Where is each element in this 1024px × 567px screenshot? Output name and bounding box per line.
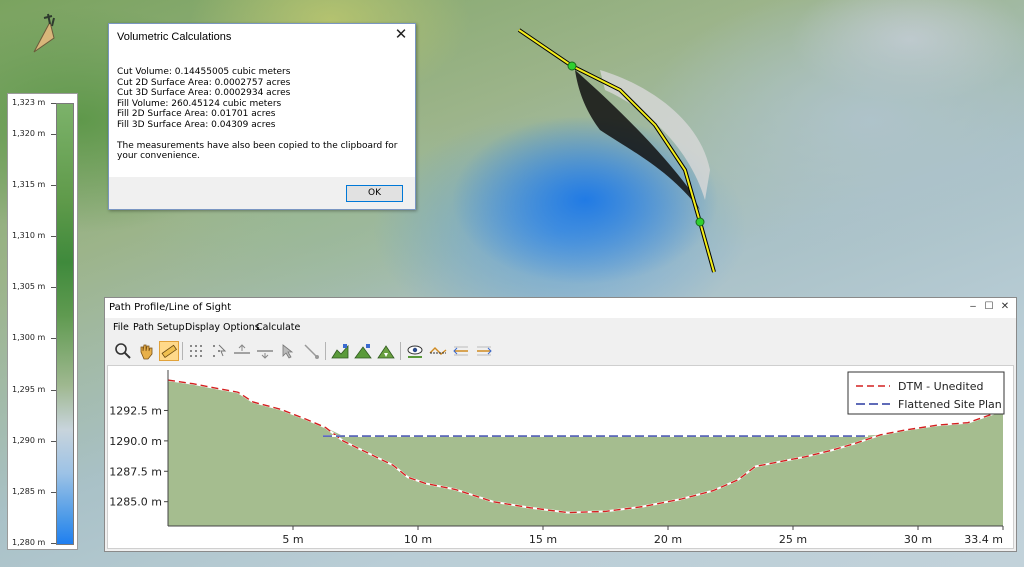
y-tick-label: 1287.5 m	[109, 465, 162, 478]
measure-ruler-icon[interactable]	[159, 341, 179, 361]
profile-chart-svg: 1285.0 m 1287.5 m 1290.0 m 1292.5 m 5 m 10 m 1…	[109, 370, 1005, 546]
toolbar	[109, 340, 1016, 362]
zoom-icon[interactable]	[113, 341, 133, 361]
profile-up-icon[interactable]	[232, 341, 252, 361]
menu-calculate[interactable]: Calculate	[256, 322, 300, 333]
flatten-right-icon[interactable]	[474, 341, 494, 361]
legend-tick-mark	[51, 236, 56, 238]
legend-entry-label: DTM - Unedited	[898, 380, 984, 393]
profile-down-icon[interactable]	[255, 341, 275, 361]
legend-tick-label: 1,300 m	[12, 333, 46, 343]
legend-entry-label: Flattened Site Plan	[898, 398, 1002, 411]
x-tick-label: 10 m	[404, 533, 432, 546]
dialog-title: Volumetric Calculations	[117, 31, 232, 43]
profile-chart[interactable]: 1285.0 m 1287.5 m 1290.0 m 1292.5 m 5 m 10 m 1…	[107, 365, 1014, 549]
window-title: Path Profile/Line of Sight	[109, 302, 232, 313]
path-vertex-handle[interactable]	[695, 217, 705, 227]
legend-tick-label: 1,285 m	[12, 486, 46, 496]
x-tick-label: 25 m	[779, 533, 807, 546]
elevation-color-bar	[56, 103, 74, 545]
grid-points-icon[interactable]	[186, 341, 206, 361]
volumetric-calculations-dialog: Volumetric Calculations ✕ Cut Volume: 0.…	[108, 23, 416, 210]
legend-tick-label: 1,305 m	[12, 282, 46, 292]
minimize-button[interactable]: –	[966, 300, 980, 314]
legend-tick-label: 1,315 m	[12, 179, 46, 189]
path-vertex-handle[interactable]	[567, 61, 577, 71]
line-of-sight-eye-icon[interactable]	[405, 341, 425, 361]
legend-tick-label: 1,310 m	[12, 231, 46, 241]
north-arrow-icon	[33, 13, 55, 53]
x-end-label: 33.4 m	[964, 533, 1003, 546]
elevation-legend: 1,323 m 1,320 m 1,315 m 1,310 m 1,305 m 1,300…	[7, 93, 78, 550]
site-plan-icon[interactable]	[428, 341, 448, 361]
window-titlebar[interactable]: Path Profile/Line of Sight – ☐ ✕	[105, 298, 1016, 318]
cut-2d-area-text: Cut 2D Surface Area: 0.0002757 acres	[117, 77, 291, 88]
legend-tick-label: 1,290 m	[12, 435, 46, 445]
path-profile-window: Path Profile/Line of Sight – ☐ ✕ File Pa…	[104, 297, 1017, 552]
y-tick-label: 1290.0 m	[109, 435, 162, 448]
legend-tick-mark	[51, 287, 56, 289]
legend-tick-mark	[51, 133, 56, 135]
terrain-edit-icon[interactable]	[330, 341, 350, 361]
fill-3d-area-text: Fill 3D Surface Area: 0.04309 acres	[117, 119, 276, 130]
grid-select-icon[interactable]	[209, 341, 229, 361]
legend-tick-mark	[51, 338, 56, 340]
terrain-cut-icon[interactable]	[376, 341, 396, 361]
x-tick-label: 15 m	[529, 533, 557, 546]
fill-2d-area-text: Fill 2D Surface Area: 0.01701 acres	[117, 109, 276, 120]
pointer-icon[interactable]	[278, 341, 298, 361]
legend-tick-mark	[51, 543, 56, 544]
menu-path-setup[interactable]: Path Setup	[133, 322, 185, 333]
menu-file[interactable]: File	[113, 322, 129, 333]
legend-tick-mark	[51, 103, 56, 104]
legend-tick-mark	[51, 440, 56, 442]
menu-bar: File Path Setup Display Options Calculat…	[105, 319, 1016, 337]
dialog-body: Cut Volume: 0.14455005 cubic meters Cut …	[117, 67, 405, 162]
terrain-fill-icon[interactable]	[353, 341, 373, 361]
legend-tick-label: 1,280 m	[12, 538, 46, 547]
y-tick-label: 1285.0 m	[109, 496, 162, 509]
clipboard-note: The measurements have also been copied t…	[117, 140, 398, 162]
x-tick-label: 5 m	[282, 533, 303, 546]
close-icon[interactable]: ✕	[394, 27, 408, 43]
line-pointer-icon[interactable]	[301, 341, 321, 361]
menu-display-options[interactable]: Display Options	[185, 322, 260, 333]
cut-3d-area-text: Cut 3D Surface Area: 0.0002934 acres	[117, 88, 291, 99]
flatten-left-icon[interactable]	[451, 341, 471, 361]
maximize-button[interactable]: ☐	[982, 300, 996, 314]
legend-tick-mark	[51, 184, 56, 186]
ok-button[interactable]: OK	[346, 185, 403, 202]
close-button[interactable]: ✕	[998, 300, 1012, 314]
x-tick-label: 20 m	[654, 533, 682, 546]
pan-hand-icon[interactable]	[136, 341, 156, 361]
y-tick-label: 1292.5 m	[109, 404, 162, 417]
legend-tick-label: 1,320 m	[12, 128, 46, 138]
legend-tick-mark	[51, 389, 56, 391]
legend-tick-label: 1,295 m	[12, 384, 46, 394]
cut-volume-text: Cut Volume: 0.14455005 cubic meters	[117, 67, 291, 77]
legend-tick-mark	[51, 491, 56, 493]
fill-volume-text: Fill Volume: 260.45124 cubic meters	[117, 98, 282, 109]
dialog-footer: OK	[109, 177, 415, 209]
legend-tick-label: 1,323 m	[12, 98, 46, 107]
x-tick-label: 30 m	[904, 533, 932, 546]
